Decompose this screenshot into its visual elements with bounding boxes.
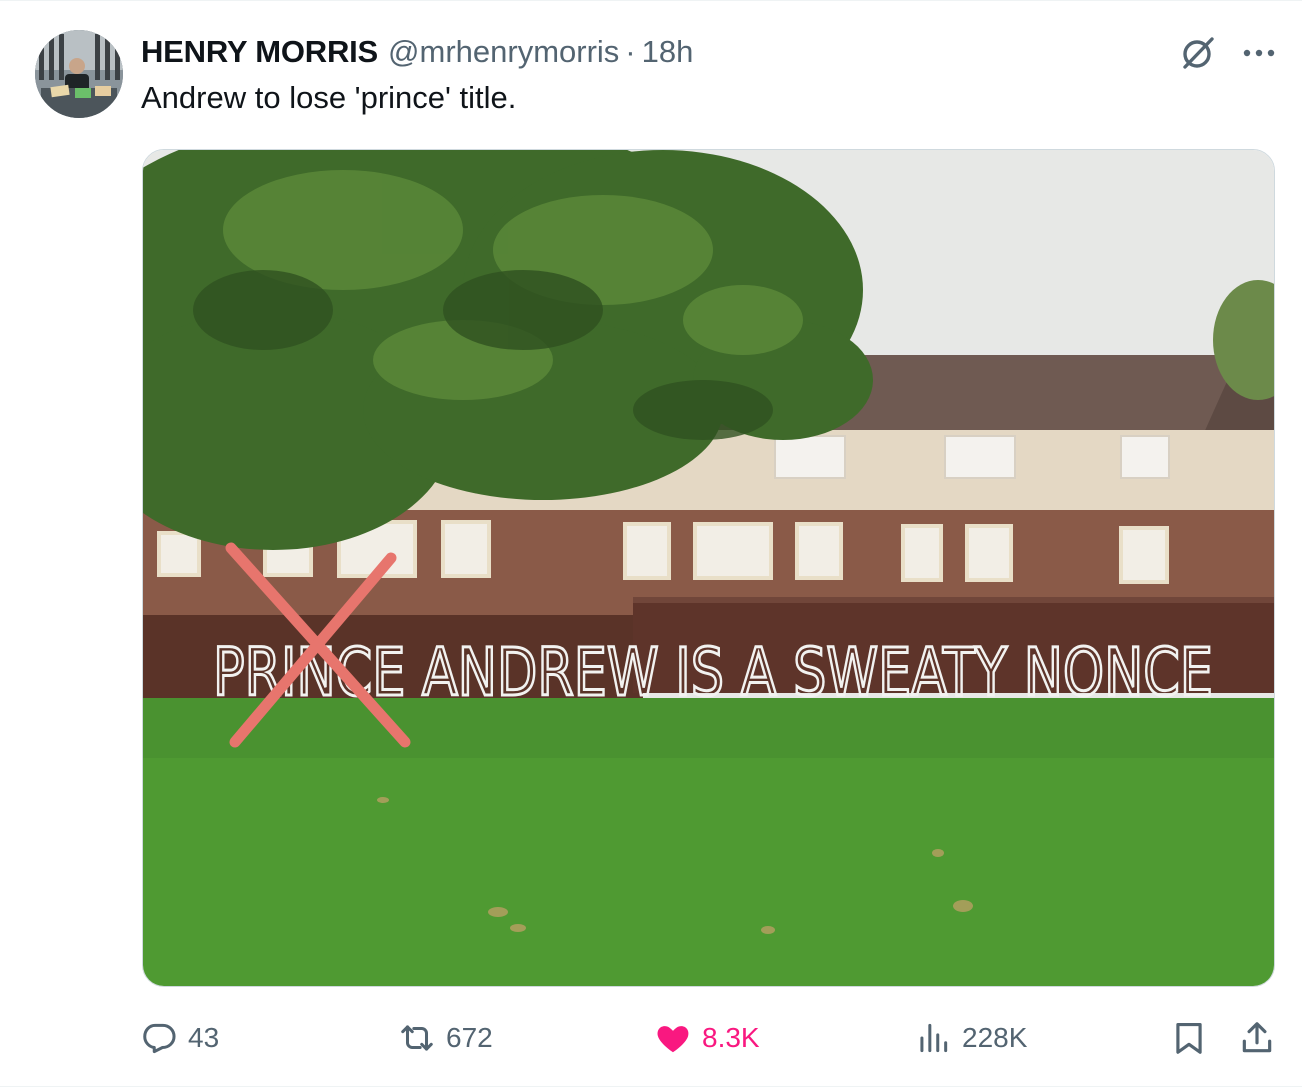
bookmark-button[interactable] (1170, 1010, 1208, 1066)
like-button[interactable]: 8.3K (654, 1010, 760, 1066)
views-button[interactable]: 228K (914, 1010, 1027, 1066)
action-bar: 43 672 8.3K 228K (0, 1010, 1302, 1066)
tweet-header: HENRY MORRIS @mrhenrymorris · 18h (141, 30, 693, 74)
bookmark-icon (1176, 1022, 1202, 1054)
tweet-text: Andrew to lose 'prince' title. (141, 80, 517, 115)
tweet-photo[interactable]: PRINCE ANDREW IS A SWEATY NONCE (142, 149, 1275, 987)
divider (0, 1086, 1302, 1087)
timestamp[interactable]: 18h (642, 34, 694, 70)
repost-button[interactable]: 672 (398, 1010, 493, 1066)
author-handle[interactable]: @mrhenrymorris (388, 34, 619, 70)
grok-icon[interactable] (1176, 31, 1220, 75)
heart-icon (657, 1026, 689, 1053)
views-count: 228K (962, 1022, 1028, 1053)
reply-icon (143, 1023, 176, 1054)
tweet[interactable]: HENRY MORRIS @mrhenrymorris · 18h Andrew… (0, 0, 1302, 1090)
reply-button[interactable]: 43 (140, 1010, 219, 1066)
repost-icon (401, 1025, 433, 1051)
more-icon[interactable] (1237, 31, 1281, 75)
repost-count: 672 (446, 1022, 493, 1053)
reply-count: 43 (188, 1022, 220, 1053)
separator: · (625, 34, 636, 69)
divider (0, 0, 1302, 1)
views-icon (920, 1023, 948, 1053)
share-icon (1242, 1022, 1272, 1053)
share-button[interactable] (1238, 1010, 1276, 1066)
author-name[interactable]: HENRY MORRIS (141, 34, 378, 70)
avatar[interactable] (35, 30, 123, 118)
like-count: 8.3K (702, 1022, 760, 1053)
